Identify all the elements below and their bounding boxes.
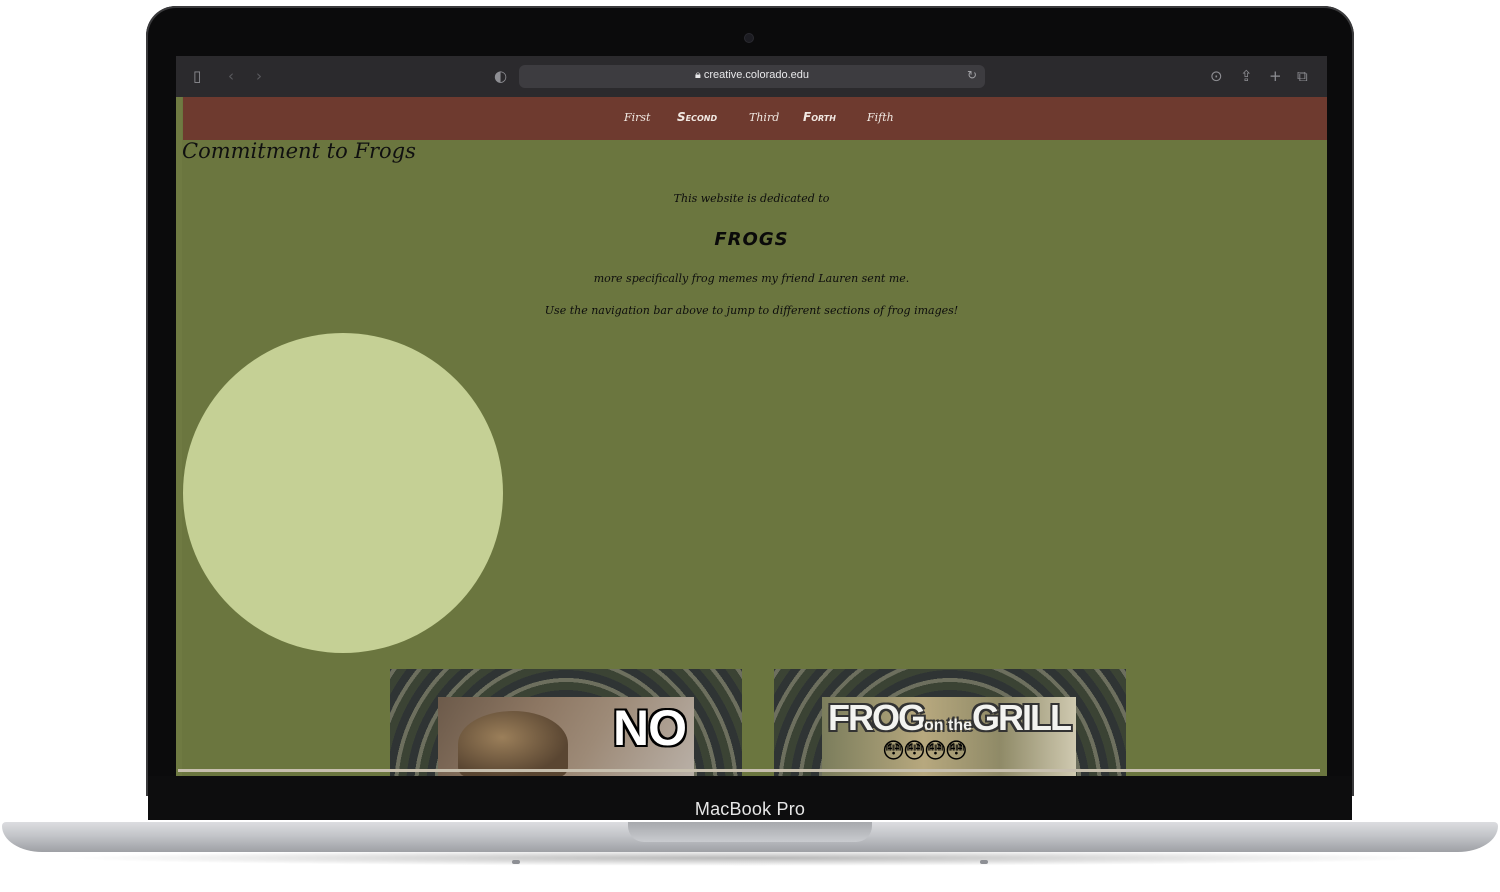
nav-link-second[interactable]: Second xyxy=(677,110,717,124)
decorative-circle xyxy=(183,333,503,653)
nav-link-first[interactable]: First xyxy=(624,111,650,124)
back-icon[interactable]: ‹ xyxy=(228,68,234,84)
intro-text: This website is dedicated to xyxy=(673,192,830,205)
laptop-foot xyxy=(980,860,988,864)
nav-link-forth[interactable]: Forth xyxy=(803,110,836,124)
share-icon[interactable]: ⇪ xyxy=(1240,68,1253,84)
flushed-emoji-row: 😳😳😳😳 xyxy=(882,739,968,764)
meme-card-grill: FROGon theGRILL 😳😳😳😳 xyxy=(774,669,1126,776)
device-label: MacBook Pro xyxy=(694,799,806,819)
nav-link-fifth[interactable]: Fifth xyxy=(867,111,894,124)
meme-card-no: NO xyxy=(390,669,742,776)
lock-icon: 🔒︎ xyxy=(694,69,701,81)
privacy-shield-icon[interactable]: ◐ xyxy=(494,68,507,84)
download-icon[interactable]: ⊙ xyxy=(1210,68,1223,84)
web-page: First Second Third Forth Fifth Commitmen… xyxy=(176,97,1327,776)
site-navbar: First Second Third Forth Fifth xyxy=(183,97,1327,140)
caption-small: on the xyxy=(924,717,972,734)
reload-icon[interactable]: ↻ xyxy=(967,68,977,82)
url-value: creative.colorado.edu xyxy=(703,69,810,81)
meme-caption: FROGon theGRILL xyxy=(822,697,1076,739)
forward-icon[interactable]: › xyxy=(256,68,262,84)
laptop-foot xyxy=(512,860,520,864)
sidebar-icon[interactable]: ▯ xyxy=(193,68,201,84)
meme-image-grill[interactable]: FROGon theGRILL 😳😳😳😳 xyxy=(822,697,1076,776)
meme-image-no[interactable]: NO xyxy=(438,697,694,776)
camera-icon xyxy=(745,34,753,42)
instructions-text: Use the navigation bar above to jump to … xyxy=(544,304,959,317)
frogs-heading: FROGS xyxy=(714,229,789,250)
caption-main: FROG xyxy=(828,697,926,738)
base-shadow xyxy=(60,850,1440,866)
meme-caption: NO xyxy=(613,700,687,756)
opening-notch xyxy=(628,822,872,842)
page-title: Commitment to Frogs xyxy=(182,139,416,163)
url-text: 🔒︎ creative.colorado.edu xyxy=(519,69,985,82)
tabs-overview-icon[interactable]: ⧉ xyxy=(1297,68,1308,84)
horizontal-scrollbar[interactable] xyxy=(178,769,1320,772)
browser-toolbar: ▯ ‹ › ◐ 🔒︎ creative.colorado.edu ↻ ⊙ ⇪ +… xyxy=(176,56,1327,97)
nav-link-third[interactable]: Third xyxy=(749,111,779,124)
description-text: more specifically frog memes my friend L… xyxy=(593,272,910,285)
caption-end: GRILL xyxy=(972,697,1072,738)
toad-image xyxy=(458,711,568,776)
address-bar[interactable]: 🔒︎ creative.colorado.edu ↻ xyxy=(519,65,985,88)
new-tab-icon[interactable]: + xyxy=(1269,68,1282,84)
screen: ▯ ‹ › ◐ 🔒︎ creative.colorado.edu ↻ ⊙ ⇪ +… xyxy=(176,56,1327,776)
